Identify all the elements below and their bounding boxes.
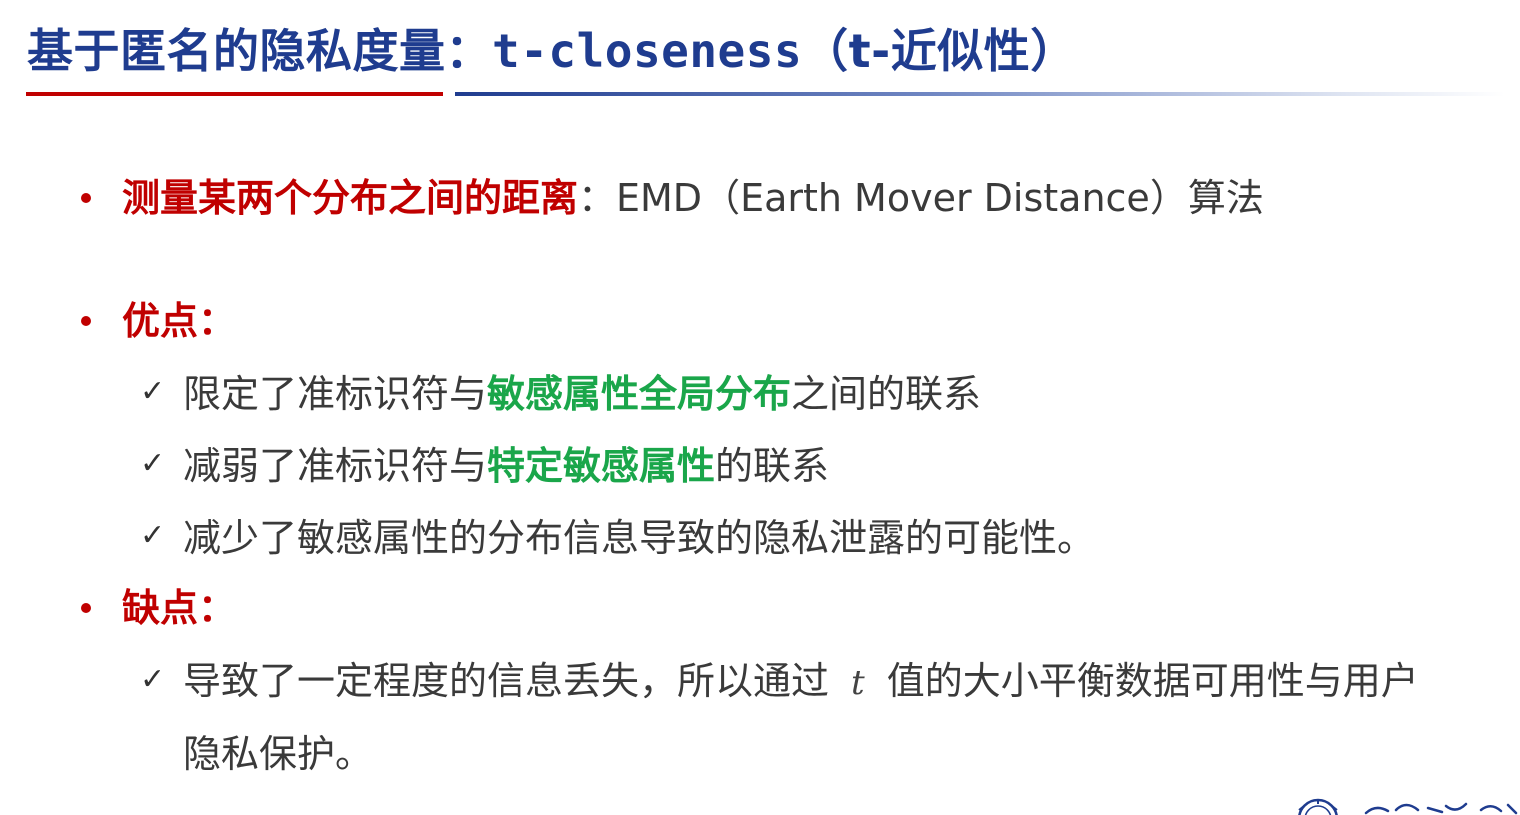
pros-item-2: 减弱了准标识符与特定敏感属性的联系 [183,442,829,490]
check-icon: ✓ [140,374,166,409]
slide-title: 基于匿名的隐私度量：t-closeness（t-近似性） [27,18,1077,84]
emd-rest: ：EMD（Earth Mover Distance）算法 [578,176,1264,220]
pros-item-2-post: 的联系 [715,444,830,488]
pros-item-2-pre: 减弱了准标识符与 [183,444,488,488]
cons-item-1-continuation: 隐私保护。 [183,732,374,776]
title-underline-blue [455,92,1505,96]
pros-item-1-post: 之间的联系 [791,372,982,416]
title-prefix: 基于匿名的隐私度量： [27,24,492,78]
cons-item-1-pre: 导致了一定程度的信息丢失，所以通过 [183,659,830,703]
bullet-dot-cons [81,603,91,613]
pros-item-3: 减少了敏感属性的分布信息导致的隐私泄露的可能性。 [183,514,1095,562]
bullet-dot-pros [81,316,91,326]
cons-item-1-post: 值的大小平衡数据可用性与用户 [886,659,1419,703]
seal-icon [1298,798,1518,815]
check-icon: ✓ [140,518,166,553]
pros-heading: 优点： [122,299,237,343]
cons-item-1: 导致了一定程度的信息丢失，所以通过 t 值的大小平衡数据可用性与用户 [183,657,1419,707]
emd-line: 测量某两个分布之间的距离：EMD（Earth Mover Distance）算法 [122,174,1264,222]
title-term: t-closeness [492,24,803,78]
pros-item-2-highlight: 特定敏感属性 [487,444,716,488]
emd-highlight: 测量某两个分布之间的距离 [122,176,579,220]
check-icon: ✓ [140,446,166,481]
check-icon: ✓ [140,662,166,697]
university-logo [1296,796,1520,815]
bullet-dot-emd [81,193,91,203]
cons-item-1-variable: t [851,663,865,703]
title-suffix: （t-近似性） [802,24,1077,78]
cons-heading: 缺点： [122,586,237,630]
pros-item-1: 限定了准标识符与敏感属性全局分布之间的联系 [183,370,981,418]
title-underline-red [26,92,443,96]
pros-item-3-text: 减少了敏感属性的分布信息导致的隐私泄露的可能性。 [183,516,1096,560]
pros-item-1-highlight: 敏感属性全局分布 [487,372,792,416]
pros-item-1-pre: 限定了准标识符与 [183,372,488,416]
